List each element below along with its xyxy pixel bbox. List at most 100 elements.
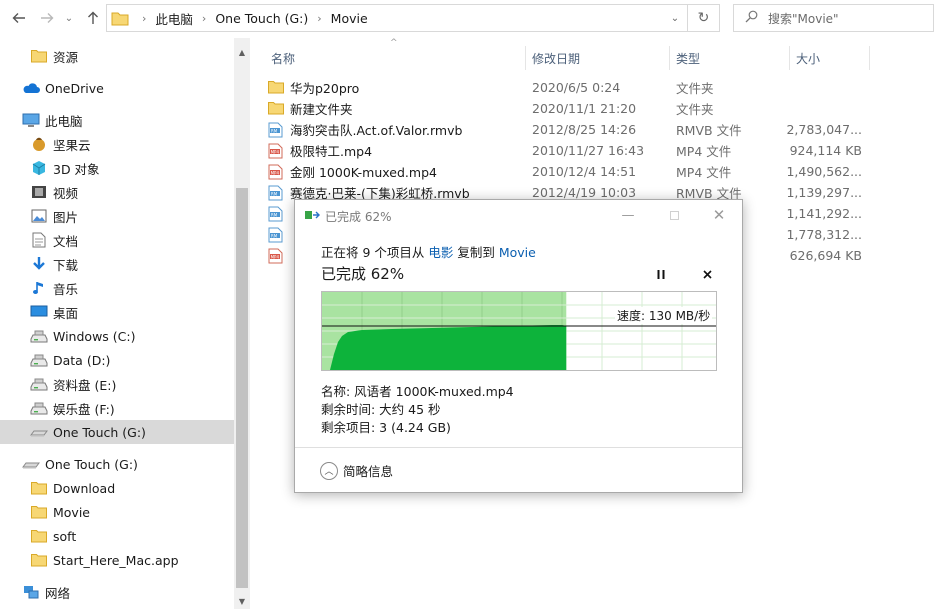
nav-item-label: 网络 [45,585,71,601]
file-row[interactable]: 新建文件夹 2020/11/1 21:20 文件夹 [268,98,868,119]
refresh-button[interactable]: ↻ [687,5,719,31]
search-placeholder: 搜索"Movie" [768,11,839,26]
destination-folder-link[interactable]: Movie [499,245,536,260]
copy-progress-dialog: 已完成 62% — ✕ 正在将 9 个项目从 电影 复制到 Movie 已完成 … [294,199,743,493]
file-size: 1,778,312... [786,227,862,242]
breadcrumb-movie[interactable]: Movie [331,11,368,26]
time-remaining: 剩余时间: 大约 45 秒 [321,402,441,417]
nav-item-label: 娱乐盘 (F:) [53,401,115,417]
nav-item-label: 资源 [53,49,79,65]
nav-item[interactable]: 下载 [0,252,234,276]
nav-item-label: One Touch (G:) [53,424,146,440]
folder-icon [268,101,284,117]
nav-item[interactable]: soft [0,524,234,548]
file-date: 2010/12/4 14:51 [532,164,637,179]
up-button[interactable] [82,6,104,30]
drive-icon [30,376,48,392]
breadcrumb-this-pc[interactable]: 此电脑 [155,9,193,28]
column-header-size[interactable]: 大小 [796,46,820,70]
nav-item[interactable]: 网络 [0,580,234,604]
nav-item[interactable]: 文档 [0,228,234,252]
nav-item-label: 桌面 [53,305,79,321]
copy-summary-prefix: 正在将 9 个项目从 [321,245,429,260]
svg-text:MP4: MP4 [271,254,280,259]
column-divider[interactable] [525,46,526,70]
maximize-button[interactable] [659,205,689,225]
file-row[interactable]: RM 海豹突击队.Act.of.Valor.rmvb 2012/8/25 14:26… [268,119,868,140]
minimize-icon: — [621,207,635,223]
scroll-up-arrow-icon[interactable]: ▲ [234,44,250,60]
mp4-file-icon: MP4 [268,143,284,159]
pause-button[interactable] [652,266,670,282]
column-divider[interactable] [789,46,790,70]
nav-item[interactable]: OneDrive [0,76,234,100]
nav-item[interactable]: 桌面 [0,300,234,324]
nav-item-label: Data (D:) [53,352,111,368]
nav-item[interactable]: Start_Here_Mac.app [0,548,234,572]
folder-icon [30,480,48,496]
nav-item[interactable]: 此电脑 [0,108,234,132]
nav-item[interactable]: 视频 [0,180,234,204]
nav-item[interactable]: 音乐 [0,276,234,300]
folder-icon [30,552,48,568]
nav-item-label: Start_Here_Mac.app [53,552,179,568]
nav-item[interactable]: 资料盘 (E:) [0,372,234,396]
navigation-pane: 资源 OneDrive 此电脑 坚果云 3D 对象 视频 图片 文档 下载 音乐桌面 Windows… [0,44,234,609]
throughput-area [322,325,567,370]
nav-item[interactable]: Movie [0,500,234,524]
dialog-title-bar[interactable]: 已完成 62% — ✕ [295,200,742,230]
scrollbar-thumb[interactable] [236,188,248,588]
progress-heading: 已完成 62% [321,265,405,283]
nav-item[interactable]: 娱乐盘 (F:) [0,396,234,420]
nav-item[interactable]: One Touch (G:) [0,420,234,444]
file-type: 文件夹 [676,102,714,117]
scroll-down-arrow-icon[interactable]: ▼ [234,593,250,609]
folder-icon [268,80,284,96]
recent-locations-button[interactable]: ⌄ [60,6,78,30]
search-box[interactable]: 搜索"Movie" [733,4,934,32]
nav-item[interactable]: 资源 [0,44,234,68]
nav-item-label: Movie [53,504,90,520]
arrow-right-icon [41,13,54,23]
file-size: 1,141,292... [786,206,862,221]
column-header-type[interactable]: 类型 [676,46,700,70]
transfer-speed-label: 速度: 130 MB/秒 [615,307,713,324]
close-button[interactable]: ✕ [704,205,734,225]
column-divider[interactable] [669,46,670,70]
minimize-button[interactable]: — [613,205,643,225]
fewer-details-button[interactable]: ︿ 简略信息 [320,461,393,480]
nav-item[interactable]: Data (D:) [0,348,234,372]
chevron-right-icon: › [142,11,147,25]
nav-item[interactable]: 3D 对象 [0,156,234,180]
file-size: 626,694 KB [789,248,862,263]
column-header-date[interactable]: 修改日期 [532,46,580,70]
file-name-cell: MP4 金刚 1000K-muxed.mp4 [268,161,520,182]
nav-item[interactable]: Download [0,476,234,500]
cancel-button[interactable] [698,266,716,282]
file-name: 极限特工.mp4 [290,144,373,159]
drive-icon [30,352,48,368]
file-row[interactable]: 华为p20pro 2020/6/5 0:24 文件夹 [268,77,868,98]
column-header-name[interactable]: 名称 [271,46,295,70]
nav-item[interactable]: One Touch (G:) [0,452,234,476]
chevron-down-icon: ⌄ [64,12,74,24]
navigation-scrollbar[interactable]: ▲ ▼ [234,38,250,609]
address-history-dropdown[interactable]: ⌄ [665,5,685,31]
address-bar[interactable]: › 此电脑 › One Touch (G:) › Movie ⌄ ↻ [106,4,720,32]
nav-item-label: One Touch (G:) [45,456,138,472]
back-button[interactable] [8,6,30,30]
close-icon: ✕ [712,206,726,224]
svg-text:RM: RM [271,191,278,196]
nav-item[interactable]: 图片 [0,204,234,228]
file-row[interactable]: MP4 极限特工.mp4 2010/11/27 16:43 MP4 文件 924,114… [268,140,868,161]
current-file-name: 名称: 风语者 1000K-muxed.mp4 [321,384,514,399]
source-folder-link[interactable]: 电影 [428,245,453,260]
usb-drive-icon [22,456,40,472]
nav-item[interactable]: Windows (C:) [0,324,234,348]
forward-button[interactable] [36,6,58,30]
file-size [748,98,862,119]
breadcrumb-one-touch[interactable]: One Touch (G:) [215,11,308,26]
column-divider[interactable] [869,46,870,70]
nav-item[interactable]: 坚果云 [0,132,234,156]
file-row[interactable]: MP4 金刚 1000K-muxed.mp4 2010/12/4 14:51 MP4 … [268,161,868,182]
